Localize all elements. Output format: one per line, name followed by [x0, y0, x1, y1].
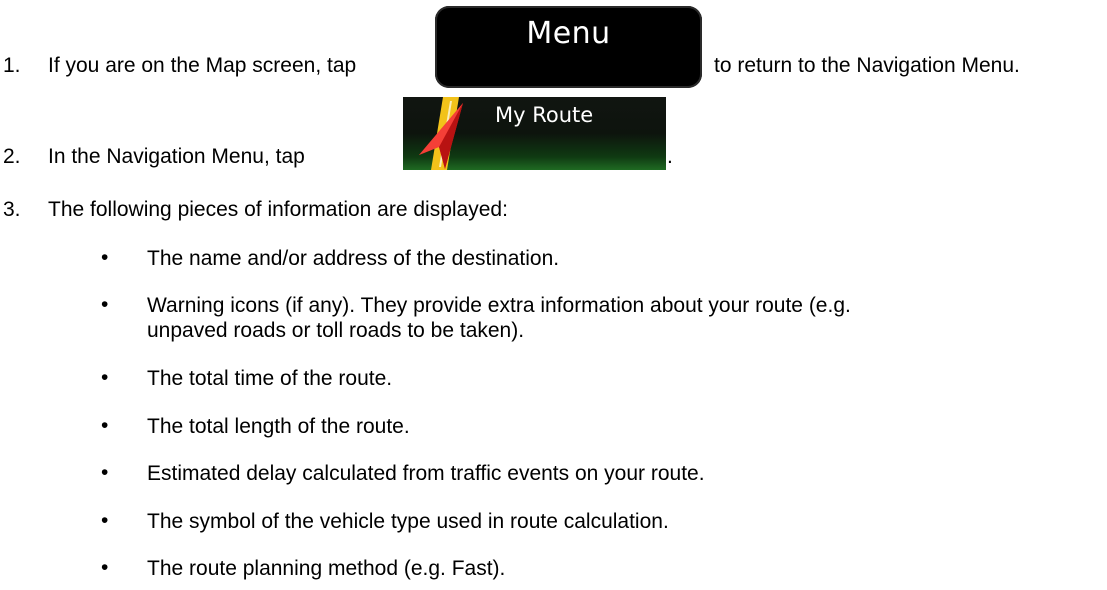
step-number: 3.	[3, 198, 21, 221]
list-item-text: The route planning method (e.g. Fast).	[147, 557, 506, 580]
bullet-icon: •	[101, 414, 109, 437]
step-number: 2.	[3, 145, 21, 168]
list-item-text: Estimated delay calculated from traffic …	[147, 462, 705, 485]
menu-button-label: Menu	[526, 16, 611, 51]
step-number: 1.	[3, 54, 21, 77]
step-text: If you are on the Map screen, tap	[48, 54, 357, 77]
list-item-text: The symbol of the vehicle type used in r…	[147, 510, 669, 533]
list-item-text: Warning icons (if any). They provide ext…	[147, 294, 851, 342]
my-route-button[interactable]: My Route	[403, 97, 666, 170]
my-route-button-label: My Route	[495, 103, 594, 127]
menu-button[interactable]: Menu	[435, 6, 702, 88]
bullet-icon: •	[101, 509, 109, 532]
list-item-text: The name and/or address of the destinati…	[147, 247, 560, 270]
step-text-after: to return to the Navigation Menu.	[714, 54, 1020, 77]
list-item-text: The total length of the route.	[147, 415, 410, 438]
step-text-after: .	[667, 145, 673, 168]
bullet-icon: •	[101, 556, 109, 579]
route-arrow-icon	[419, 97, 463, 170]
bullet-icon: •	[101, 461, 109, 484]
step-text: The following pieces of information are …	[48, 198, 508, 221]
list-item-text: The total time of the route.	[147, 367, 393, 390]
bullet-icon: •	[101, 366, 109, 389]
bullet-icon: •	[101, 246, 109, 269]
step-text: In the Navigation Menu, tap	[48, 145, 305, 168]
bullet-icon: •	[101, 293, 109, 316]
